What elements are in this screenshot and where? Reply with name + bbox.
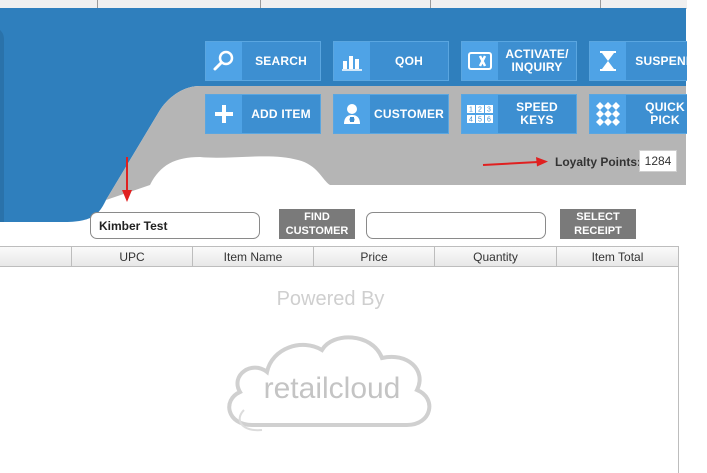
- column-header-quantity[interactable]: Quantity: [435, 247, 557, 266]
- customer-name-field[interactable]: [90, 212, 260, 239]
- receipt-field[interactable]: [366, 212, 546, 239]
- red-arrow-right: [482, 157, 548, 167]
- column-header-item-name[interactable]: Item Name: [193, 247, 314, 266]
- red-arrow-down: [122, 157, 132, 202]
- select-receipt-button[interactable]: SELECT RECEIPT: [560, 209, 636, 239]
- column-header-item-total[interactable]: Item Total: [557, 247, 678, 266]
- column-header-upc[interactable]: UPC: [72, 247, 193, 266]
- find-customer-button[interactable]: FIND CUSTOMER: [279, 209, 355, 239]
- column-header-select[interactable]: [0, 247, 72, 266]
- logo-text: retailcloud: [264, 372, 401, 405]
- column-header-price[interactable]: Price: [314, 247, 435, 266]
- retailcloud-logo: retailcloud: [227, 335, 432, 432]
- powered-by-text: Powered By: [276, 288, 385, 310]
- right-edge: [687, 0, 707, 473]
- grid-header: UPC Item Name Price Quantity Item Total: [0, 247, 678, 267]
